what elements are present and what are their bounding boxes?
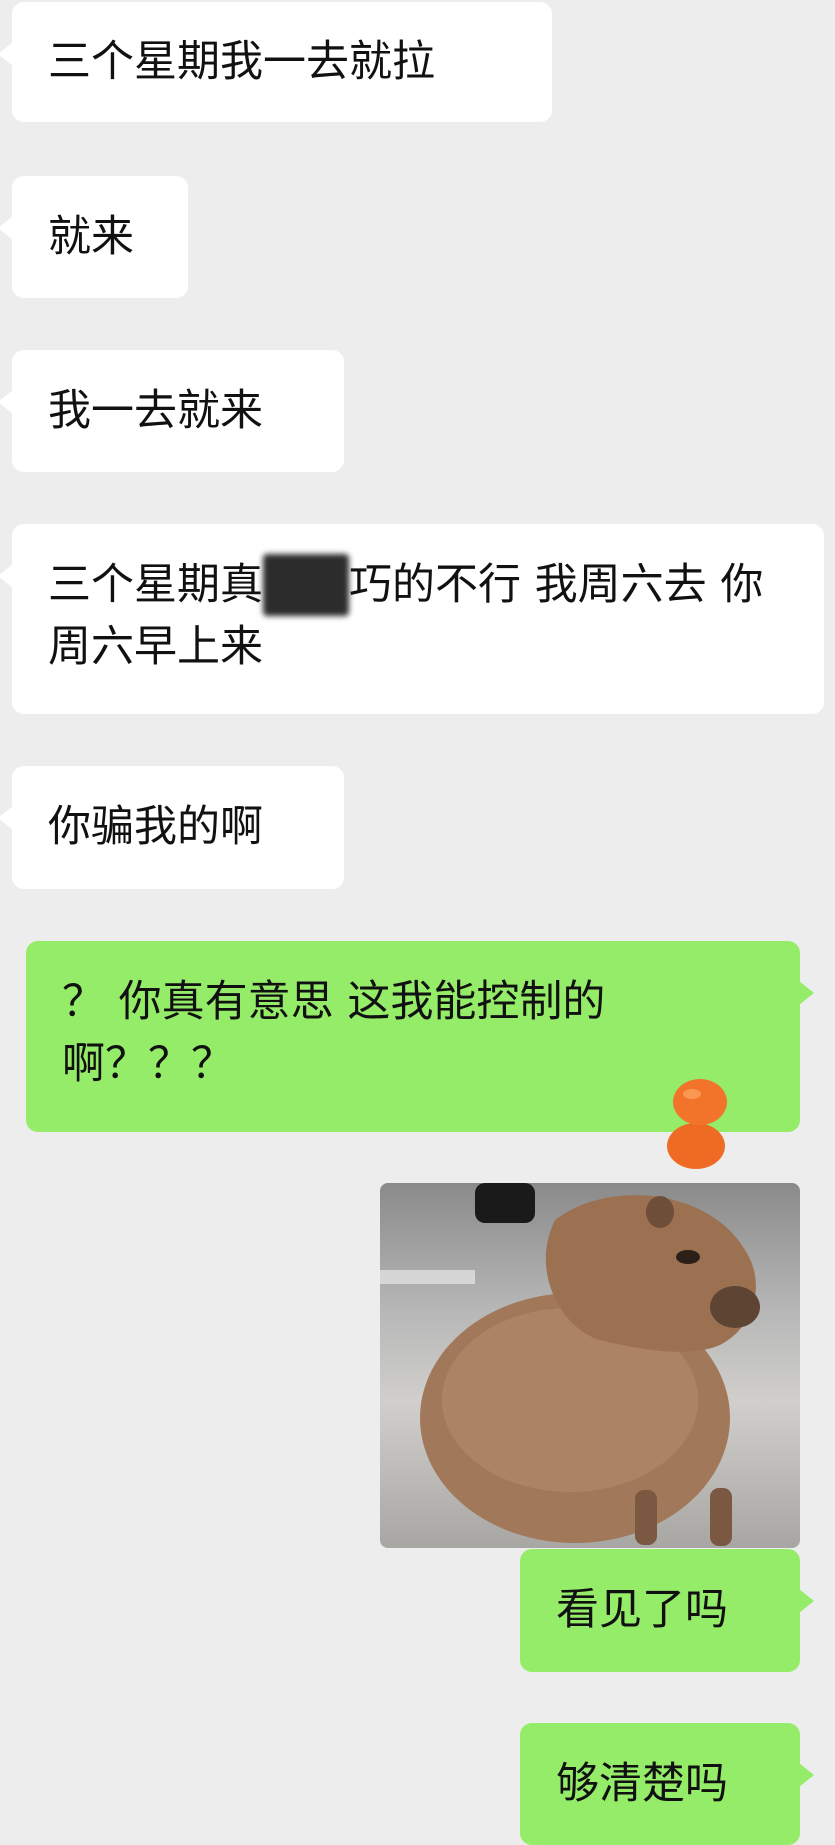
capybara-eye <box>676 1250 700 1264</box>
orange-highlight <box>683 1089 701 1099</box>
message-text: 看见了吗 <box>556 1585 728 1635</box>
message-text: 三个星期我一去就拉 <box>48 37 435 87</box>
orange-top <box>673 1079 727 1125</box>
message-text: 就来 <box>48 212 134 262</box>
message-bubble-incoming[interactable]: 你骗我的啊 <box>0 766 344 889</box>
orange-bottom <box>667 1123 725 1169</box>
message-bubble-outgoing[interactable]: 看见了吗 <box>520 1549 814 1672</box>
message-text: 三个星期真 <box>48 560 263 610</box>
message-text: 够清楚吗 <box>556 1759 728 1809</box>
message-bubble-incoming[interactable]: 就来 <box>0 176 188 298</box>
capybara-nose <box>710 1286 760 1328</box>
bg-object <box>475 1183 535 1223</box>
capybara-ear <box>646 1196 674 1228</box>
redacted-text: 他妈 <box>263 554 349 616</box>
capybara-sticker[interactable] <box>380 1050 800 1560</box>
message-bubble-incoming[interactable]: 三个星期真他妈巧的不行 我周六去 你周六早上来 <box>0 524 824 714</box>
message-bubble-incoming[interactable]: 我一去就来 <box>0 350 344 472</box>
capybara-leg <box>635 1490 657 1545</box>
capybara-icon <box>380 1079 760 1546</box>
message-bubble-incoming[interactable]: 三个星期我一去就拉 <box>0 2 552 122</box>
capybara-leg <box>710 1488 732 1546</box>
message-bubble-outgoing[interactable]: 够清楚吗 <box>520 1723 814 1845</box>
message-text: 你骗我的啊 <box>48 802 263 852</box>
message-text: 我一去就来 <box>48 386 263 436</box>
bg-shelf <box>380 1270 475 1284</box>
